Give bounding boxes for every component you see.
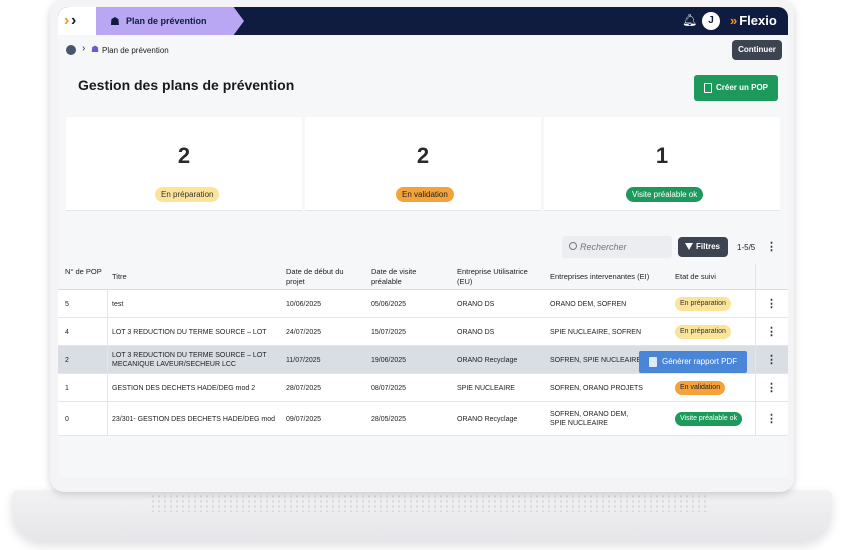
cell-eu: ORANO DS xyxy=(457,329,495,336)
cell-start-date: 24/07/2025 xyxy=(286,329,322,336)
table-row[interactable]: 1 GESTION DES DECHETS HADE/DEG mod 2 28/… xyxy=(58,374,788,402)
logo-chevron-icon: › xyxy=(64,12,70,29)
cell-ei: SPIE NUCLEAIRE, SOFREN xyxy=(550,329,642,336)
cell-start-date: 11/07/2025 xyxy=(286,357,321,364)
cell-ei: ORANO DEM, SOFREN xyxy=(550,301,627,308)
cell-title: LOT 3 REDUCTION DU TERME SOURCE – LOT xyxy=(112,329,267,336)
cell-start-date: 28/07/2025 xyxy=(286,385,322,392)
stat-card-preparation[interactable]: 2 En préparation xyxy=(66,117,302,211)
cell-num: 2 xyxy=(65,357,69,364)
continue-button[interactable]: Continuer xyxy=(732,40,782,60)
cell-visit-date: 05/06/2025 xyxy=(371,301,407,308)
column-header[interactable]: Entreprise Utilisatrice (EU) xyxy=(457,267,537,287)
column-divider xyxy=(107,290,108,436)
search-input[interactable] xyxy=(580,239,668,255)
breadcrumb-current[interactable]: Plan de prévention xyxy=(102,46,169,55)
column-header[interactable]: Entreprises intervenantes (EI) xyxy=(550,272,649,282)
table-row[interactable]: 4 LOT 3 REDUCTION DU TERME SOURCE – LOT … xyxy=(58,318,788,346)
more-options-icon[interactable]: ⋮ xyxy=(766,240,777,253)
row-menu-icon[interactable]: ⋮ xyxy=(766,381,777,394)
table-header: N° de POP Titre Date de début du projet … xyxy=(58,264,788,290)
status-badge: En validation xyxy=(675,381,726,395)
pagination-info: 1-5/5 xyxy=(737,243,756,252)
cell-title: test xyxy=(112,301,124,308)
worker-icon: ☗ xyxy=(91,44,100,54)
column-header[interactable]: Date de visite préalable xyxy=(371,267,431,287)
filter-icon xyxy=(685,243,693,250)
app-screen: › › ☗ Plan de prévention 🔔︎ J » Flexio › … xyxy=(58,7,788,477)
laptop-keyboard-pattern xyxy=(150,494,710,512)
row-menu-icon[interactable]: ⋮ xyxy=(766,297,777,310)
cell-visit-date: 08/07/2025 xyxy=(371,385,407,392)
cell-eu: ORANO Recyclage xyxy=(457,357,518,364)
cell-visit-date: 15/07/2025 xyxy=(371,329,407,336)
table-row[interactable]: 5 test 10/06/2025 05/06/2025 ORANO DS OR… xyxy=(58,290,788,318)
generate-pdf-report-button[interactable]: Générer rapport PDF xyxy=(639,351,747,373)
status-badge: En préparation xyxy=(675,297,731,311)
status-badge: En préparation xyxy=(155,187,220,202)
cell-ei: SOFREN, SPIE NUCLEAIRE xyxy=(550,357,642,364)
cell-ei: SOFREN, ORANO PROJETS xyxy=(550,385,643,392)
app-logo[interactable]: › › xyxy=(58,7,96,35)
column-divider xyxy=(755,264,756,436)
status-badge: Visite préalable ok xyxy=(626,187,704,202)
tab-label: Plan de prévention xyxy=(126,16,207,26)
cell-num: 0 xyxy=(65,416,69,423)
column-header[interactable]: Etat de suivi xyxy=(675,272,716,282)
column-header[interactable]: N° de POP xyxy=(65,267,103,277)
table-row[interactable]: 0 23/301- GESTION DES DECHETS HADE/DEG m… xyxy=(58,402,788,436)
status-badge: En préparation xyxy=(675,325,731,339)
search-icon xyxy=(569,242,577,250)
notification-bell-icon[interactable]: 🔔︎ xyxy=(682,13,697,27)
create-pop-label: Créer un POP xyxy=(716,83,769,92)
brand-chevron-icon: » xyxy=(730,13,738,28)
cell-title: GESTION DES DECHETS HADE/DEG mod 2 xyxy=(112,385,256,392)
brand-name: Flexio xyxy=(739,13,777,28)
row-menu-icon[interactable]: ⋮ xyxy=(766,325,777,338)
cell-num: 4 xyxy=(65,329,69,336)
pdf-icon xyxy=(649,357,657,367)
stat-card-validation[interactable]: 2 En validation xyxy=(305,117,541,211)
column-header[interactable]: Date de début du projet xyxy=(286,267,356,287)
logo-chevron-icon: › xyxy=(71,12,77,29)
worker-icon: ☗ xyxy=(110,16,120,28)
cell-eu: ORANO Recyclage xyxy=(457,416,518,423)
status-badge: Visite préalable ok xyxy=(675,412,743,426)
brand-logo: » Flexio xyxy=(730,13,777,28)
column-header[interactable]: Titre xyxy=(112,272,127,282)
create-pop-button[interactable]: Créer un POP xyxy=(694,75,778,101)
stat-count: 2 xyxy=(177,143,191,168)
cell-visit-date: 28/05/2025 xyxy=(371,416,407,423)
home-icon[interactable] xyxy=(66,45,76,55)
document-add-icon xyxy=(704,83,712,93)
top-bar: › › ☗ Plan de prévention 🔔︎ J » Flexio xyxy=(58,7,788,35)
cell-eu: ORANO DS xyxy=(457,301,495,308)
filters-label: Filtres xyxy=(696,242,721,251)
cell-start-date: 10/06/2025 xyxy=(286,301,322,308)
status-badge: En validation xyxy=(396,187,454,202)
cell-title: LOT 3 REDUCTION DU TERME SOURCE – LOT ME… xyxy=(112,352,267,368)
cell-title: 23/301- GESTION DES DECHETS HADE/DEG mod xyxy=(112,416,275,423)
stat-card-visite[interactable]: 1 Visite préalable ok xyxy=(544,117,780,211)
chevron-right-icon: › xyxy=(82,43,86,54)
search-field[interactable] xyxy=(562,236,672,258)
row-menu-icon[interactable]: ⋮ xyxy=(766,353,777,366)
filters-button[interactable]: Filtres xyxy=(678,237,728,257)
user-avatar[interactable]: J xyxy=(702,12,720,30)
stat-count: 1 xyxy=(655,143,669,168)
stat-count: 2 xyxy=(416,143,430,168)
row-menu-icon[interactable]: ⋮ xyxy=(766,412,777,425)
page-title: Gestion des plans de prévention xyxy=(78,77,295,93)
generate-pdf-label: Générer rapport PDF xyxy=(662,357,738,366)
cell-ei: SOFREN, ORANO DEM, SPIE NUCLEAIRE xyxy=(550,411,629,427)
cell-num: 1 xyxy=(65,385,69,392)
cell-eu: SPIE NUCLEAIRE xyxy=(457,385,515,392)
cell-num: 5 xyxy=(65,301,69,308)
cell-visit-date: 19/06/2025 xyxy=(371,357,407,364)
cell-start-date: 09/07/2025 xyxy=(286,416,322,423)
tab-plan-de-prevention[interactable]: ☗ Plan de prévention xyxy=(96,7,244,35)
